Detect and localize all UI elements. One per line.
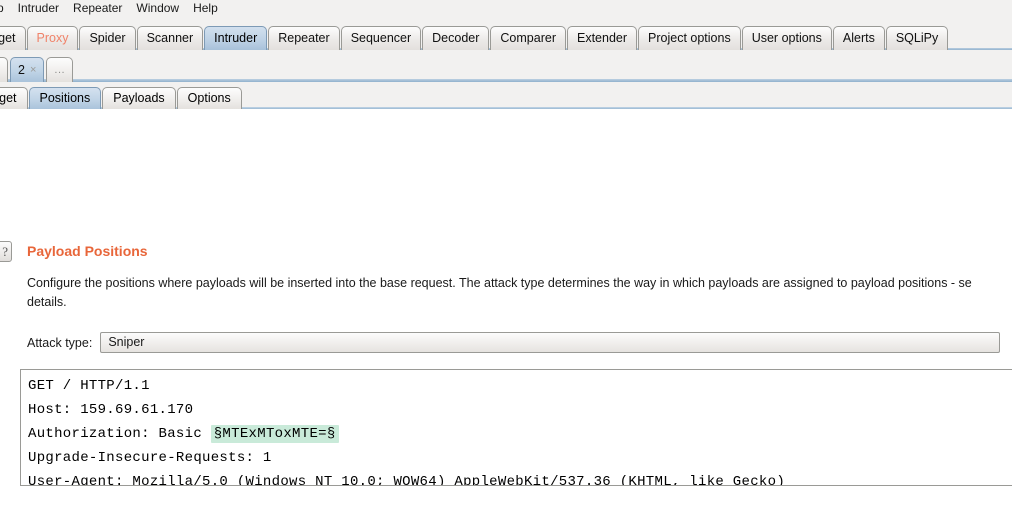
tab-repeater[interactable]: Repeater [268, 26, 340, 50]
attack-tab-more-label: ... [54, 64, 66, 76]
tab-spider[interactable]: Spider [79, 26, 136, 50]
help-icon[interactable]: ? [0, 241, 12, 262]
attack-tab-2[interactable]: 2 × [10, 57, 45, 82]
request-line-prefix: Authorization: Basic [28, 426, 211, 442]
request-line: Upgrade-Insecure-Requests: 1 [28, 450, 272, 466]
subtab-options[interactable]: Options [176, 87, 242, 109]
attack-tab-row: ×2×... [0, 50, 1012, 82]
page-title: Payload Positions [27, 243, 148, 259]
menu-bar: rpIntruderRepeaterWindowHelp [0, 0, 1012, 17]
menu-item-rp[interactable]: rp [0, 0, 11, 17]
request-line: Authorization: Basic §MTExMToxMTE=§ [28, 422, 1012, 446]
close-icon[interactable]: × [30, 64, 36, 76]
tab-proxy[interactable]: Proxy [26, 26, 79, 50]
payload-positions-panel: ? Payload Positions Configure the positi… [0, 109, 1012, 486]
intruder-sub-tab-row: argetPositionsPayloadsOptions [0, 82, 1012, 109]
payload-position-marker[interactable]: §MTExMToxMTE=§ [210, 425, 339, 443]
request-line: GET / HTTP/1.1 [28, 378, 150, 394]
panel-description-line2: details. [27, 295, 67, 309]
main-tab-strip: argetProxySpiderScannerIntruderRepeaterS… [0, 17, 1012, 50]
menu-item-repeater[interactable]: Repeater [66, 0, 129, 17]
attack-type-label: Attack type: [27, 335, 93, 350]
attack-tab-label: 2 [18, 63, 25, 77]
attack-tab-item[interactable]: × [0, 57, 8, 82]
tab-decoder[interactable]: Decoder [422, 26, 490, 50]
tab-sequencer[interactable]: Sequencer [340, 26, 422, 50]
request-line: User-Agent: Mozilla/5.0 (Windows NT 10.0… [28, 474, 786, 486]
attack-type-select[interactable]: Sniper [100, 332, 1001, 353]
subtab-payloads[interactable]: Payloads [102, 87, 176, 109]
request-line: Host: 159.69.61.170 [28, 402, 194, 418]
tab-comparer[interactable]: Comparer [490, 26, 566, 50]
tab-extender[interactable]: Extender [566, 26, 638, 50]
tab-intruder[interactable]: Intruder [204, 26, 268, 50]
request-editor[interactable]: GET / HTTP/1.1 Host: 159.69.61.170 Authori… [20, 369, 1012, 486]
attack-tab-more[interactable]: ... [46, 57, 74, 82]
subtab-arget[interactable]: arget [0, 87, 28, 109]
panel-description-line1: Configure the positions where payloads w… [27, 276, 972, 290]
tab-scanner[interactable]: Scanner [136, 26, 204, 50]
tab-alerts[interactable]: Alerts [832, 26, 885, 50]
panel-description: Configure the positions where payloads w… [27, 274, 1012, 312]
tab-sqlipy[interactable]: SQLiPy [885, 26, 949, 50]
menu-item-window[interactable]: Window [129, 0, 186, 17]
menu-item-help[interactable]: Help [186, 0, 225, 17]
tab-arget[interactable]: arget [0, 26, 26, 50]
tab-project-options[interactable]: Project options [638, 26, 741, 50]
menu-item-intruder[interactable]: Intruder [11, 0, 66, 17]
attack-type-row: Attack type: Sniper [27, 332, 1001, 353]
tab-user-options[interactable]: User options [741, 26, 832, 50]
subtab-positions[interactable]: Positions [28, 87, 102, 109]
